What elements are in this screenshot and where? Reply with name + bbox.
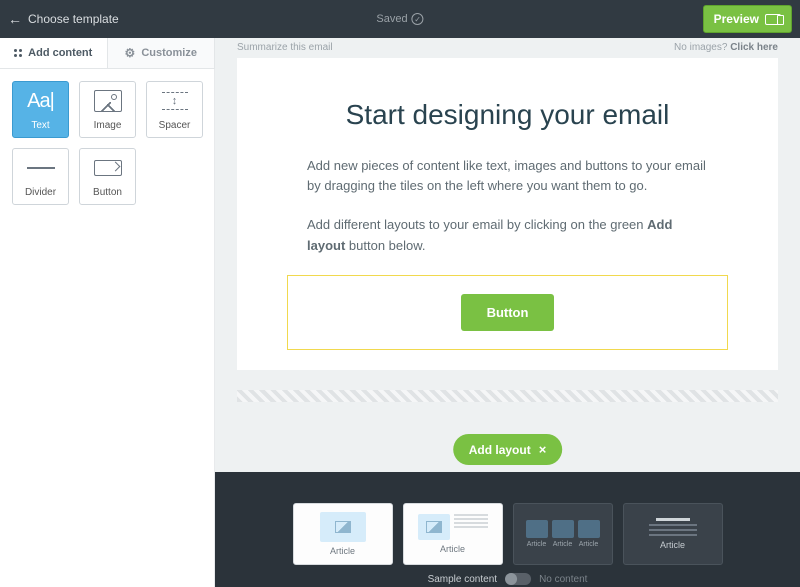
layout-option-article-text[interactable]: Article: [623, 503, 723, 565]
add-layout-button[interactable]: Add layout ×: [453, 434, 563, 465]
saved-status: Saved ✓: [376, 13, 423, 25]
layout-picker: Article Article Article Article Article …: [215, 472, 800, 587]
tile-spacer[interactable]: Spacer: [146, 81, 203, 138]
summary-link[interactable]: Summarize this email: [237, 42, 333, 58]
content-tiles-panel: Aa Text Image Spacer Divider Button: [0, 69, 215, 587]
click-here-link[interactable]: Click here: [730, 42, 778, 53]
thumbnail-icon: [578, 520, 600, 538]
thumbnail-icon: [320, 512, 366, 542]
close-icon[interactable]: ×: [539, 442, 547, 457]
toggle-label-off[interactable]: No content: [539, 574, 587, 585]
layout-option-article-columns[interactable]: Article Article Article: [513, 503, 613, 565]
tile-grid: Aa Text Image Spacer Divider Button: [12, 81, 202, 205]
tile-text[interactable]: Aa Text: [12, 81, 69, 138]
layout-option-article-side[interactable]: Article: [403, 503, 503, 565]
devices-icon: [765, 14, 781, 25]
lines-icon: [454, 514, 488, 528]
preview-button[interactable]: Preview: [703, 5, 792, 33]
tile-label: Image: [94, 120, 122, 131]
email-paragraph[interactable]: Add new pieces of content like text, ima…: [307, 156, 708, 198]
preview-label: Preview: [714, 12, 759, 26]
button-block-selected[interactable]: Button: [287, 275, 728, 350]
tile-divider[interactable]: Divider: [12, 148, 69, 205]
spacer-icon: [162, 92, 188, 110]
check-icon: ✓: [412, 13, 424, 25]
text-lines-icon: [649, 518, 697, 536]
email-paragraph[interactable]: Add different layouts to your email by c…: [307, 215, 708, 257]
tile-label: Divider: [25, 187, 56, 198]
toggle-label-on[interactable]: Sample content: [428, 574, 498, 585]
layout-option-article-single[interactable]: Article: [293, 503, 393, 565]
email-canvas[interactable]: Start designing your email Add new piece…: [237, 58, 778, 370]
back-label: Choose template: [28, 12, 119, 26]
thumbnail-icon: [526, 520, 548, 538]
thumbnail-icon: [418, 514, 450, 540]
email-title[interactable]: Start designing your email: [267, 98, 748, 132]
arrow-left-icon: ←: [8, 11, 22, 27]
tab-label: Add content: [28, 47, 92, 59]
tile-label: Spacer: [159, 120, 191, 131]
thumbnail-icon: [552, 520, 574, 538]
add-layout-label: Add layout: [469, 443, 531, 457]
tab-label: Customize: [141, 47, 197, 59]
toggle-switch[interactable]: [505, 573, 531, 585]
email-button[interactable]: Button: [461, 294, 555, 331]
image-icon: [94, 90, 122, 112]
no-images-hint: No images? Click here: [674, 42, 778, 58]
grid-icon: [14, 49, 22, 57]
tab-customize[interactable]: ⚙ Customize: [108, 38, 216, 68]
layout-label: Article: [330, 546, 355, 556]
dropzone[interactable]: [237, 390, 778, 402]
layout-label: Article: [440, 544, 465, 554]
layout-label: Article: [660, 540, 685, 550]
content-mode-toggle: Sample content No content: [428, 573, 588, 585]
text-icon: Aa: [27, 90, 54, 113]
canvas-header: Summarize this email No images? Click he…: [215, 38, 800, 58]
tile-label: Text: [31, 120, 49, 131]
email-editor: Summarize this email No images? Click he…: [215, 38, 800, 587]
tile-label: Button: [93, 187, 122, 198]
divider-icon: [27, 167, 55, 169]
tile-button[interactable]: Button: [79, 148, 136, 205]
top-bar: ← Choose template Saved ✓ Preview: [0, 0, 800, 38]
back-button[interactable]: ← Choose template: [8, 11, 119, 27]
tab-add-content[interactable]: Add content: [0, 38, 108, 68]
sidebar-tabs: Add content ⚙ Customize: [0, 38, 215, 69]
saved-label: Saved: [376, 13, 407, 25]
gear-icon: ⚙: [125, 46, 136, 60]
button-icon: [94, 160, 122, 176]
tile-image[interactable]: Image: [79, 81, 136, 138]
